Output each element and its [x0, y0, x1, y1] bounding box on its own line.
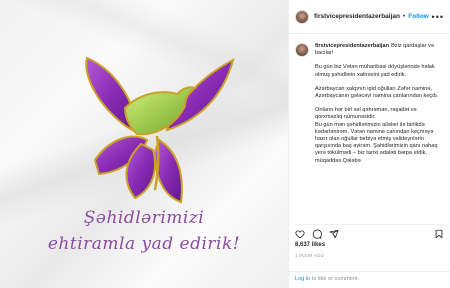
caption-paragraph-3: Onların hər biri əsl qəhrəman, rəşadət v…	[315, 107, 417, 121]
follow-button[interactable]: Follow	[408, 13, 429, 20]
khari-bulbul-flower-icon	[85, 56, 235, 204]
caption-paragraph-2: Azərbaycan xalqının igid oğulları Zəfər …	[315, 85, 439, 100]
post-image[interactable]: Şəhidlərimizi ehtiramla yad edirik!	[0, 0, 288, 288]
post-sidebar: firstvicepresidentazerbaijan • Follow ••…	[288, 0, 450, 288]
separator-dot: •	[402, 13, 406, 20]
comment-icon[interactable]	[312, 229, 322, 239]
post-header: firstvicepresidentazerbaijan • Follow ••…	[289, 0, 450, 34]
image-caption-line1: Şəhidlərimizi	[83, 208, 205, 228]
caption-paragraph-1: Bu gün biz Vətən müharibəsi döyüşlərində…	[315, 64, 435, 78]
login-link[interactable]: Log in	[295, 276, 310, 282]
caption-paragraph-4: Bu gün mən şəhidlərimizin ailələri ilə b…	[315, 121, 438, 164]
caption-text: firstvicepresidentazerbaijan Əziz qardaş…	[315, 43, 443, 207]
post-timestamp[interactable]: 1 HOUR AGO	[295, 253, 324, 258]
login-prompt: Log in to like or comment.	[289, 271, 450, 288]
caption-avatar[interactable]	[295, 43, 309, 57]
action-bar	[295, 224, 444, 240]
heart-icon[interactable]	[295, 229, 305, 239]
login-prompt-text: to like or comment.	[310, 276, 360, 282]
likes-count[interactable]: 8,637 likes	[295, 242, 325, 248]
more-options-icon[interactable]: •••	[432, 12, 444, 22]
bookmark-icon[interactable]	[434, 229, 444, 239]
share-icon[interactable]	[329, 229, 339, 239]
avatar[interactable]	[295, 9, 309, 24]
image-caption-line2: ehtiramla yad edirik!	[47, 234, 241, 254]
caption-username-link[interactable]: firstvicepresidentazerbaijan	[315, 43, 389, 49]
header-username-link[interactable]: firstvicepresidentazerbaijan	[314, 13, 400, 20]
caption-section: firstvicepresidentazerbaijan Əziz qardaş…	[289, 35, 450, 207]
